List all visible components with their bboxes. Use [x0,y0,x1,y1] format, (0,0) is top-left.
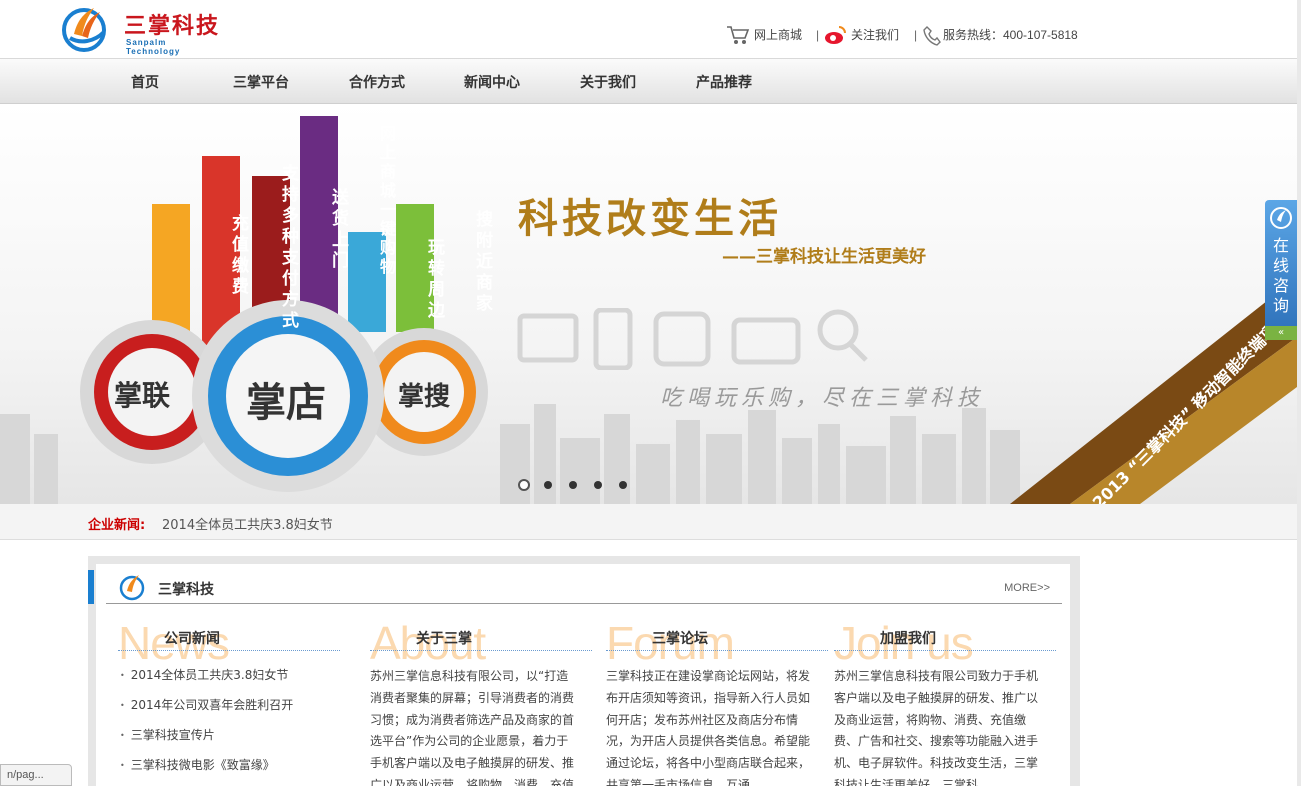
slide-dot[interactable] [518,479,530,491]
column-title: 关于三掌 [416,631,472,647]
weibo-icon [825,26,846,44]
panel-body: 三掌科技 MORE>> News 公司新闻 2014全体员工共庆3.8妇女节 2… [88,564,1070,786]
column-text: 苏州三掌信息科技有限公司致力于手机客户端以及电子触摸屏的研发、推广以及商业运营，… [834,669,1039,786]
banner-tagline: 吃喝玩乐购，尽在三掌科技 [660,386,985,411]
nav-cooperation[interactable]: 合作方式 [349,72,405,92]
divider [606,650,828,651]
slide-dot[interactable] [569,481,577,489]
news-ticker: 企业新闻: 2014全体员工共庆3.8妇女节 [0,504,1301,540]
slide-dot[interactable] [544,481,552,489]
nav-home[interactable]: 首页 [131,72,159,92]
divider [834,650,1056,651]
logo-mark-icon [62,8,106,52]
follow-link[interactable]: 关注我们 [851,22,899,48]
nav-about[interactable]: 关于我们 [580,72,636,92]
hero-banner[interactable]: 充值缴费 支持多种支付方式 送货上门 网上商城 一键购物 玩转周边 搜附近商家 … [0,104,1301,504]
list-item[interactable]: 三掌科技微电影《致富缘》 [120,754,293,784]
pillar-label: 充值缴费 [232,214,249,297]
pillar-labels: 充值缴费 支持多种支付方式 送货上门 网上商城 一键购物 玩转周边 搜附近商家 … [70,104,510,504]
logo-tagline: Sanpalm Technology [126,38,181,56]
cart-icon [727,26,750,44]
news-column: News 公司新闻 2014全体员工共庆3.8妇女节 2014年公司双喜年会胜利… [118,617,354,786]
pillar-label: 送货上门 [332,188,349,271]
brand-logo-icon [119,575,145,601]
column-title: 公司新闻 [164,631,220,647]
list-item[interactable]: 三掌科技宣传片 [120,724,293,754]
column-title: 三掌论坛 [652,631,708,647]
banner-subslogan: ——三掌科技让生活更美好 [722,247,926,267]
promo-ribbon [1010,274,1301,504]
slide-dot[interactable] [619,481,627,489]
pillar-label: 玩转周边 [428,238,445,321]
pillar-label: 网上商城 一键购物 [380,124,397,276]
ticker-link[interactable]: 2014全体员工共庆3.8妇女节 [162,514,333,533]
device-icons [517,308,868,370]
list-item[interactable]: 2014全体员工共庆3.8妇女节 [120,664,293,694]
pillar-label: 支持多种支付方式 [282,164,299,331]
divider [118,650,340,651]
main-nav: 首页 三掌平台 合作方式 新闻中心 关于我们 产品推荐 [0,58,1301,104]
scrollbar[interactable] [1297,0,1301,786]
hotline-text: 服务热线：400-107-5818 [943,28,1078,42]
header-accent [88,570,94,604]
consult-label: 在线咨询 [1273,236,1290,315]
consult-logo-icon [1270,207,1292,229]
pillar-label: 搜附近商家 [476,210,493,314]
mall-link[interactable]: 网上商城 [754,22,802,48]
column-title: 加盟我们 [880,631,936,647]
about-column: About 关于三掌 苏州三掌信息科技有限公司，以“打造消费者聚集的屏幕；引导消… [370,617,606,786]
slide-dot[interactable] [594,481,602,489]
panel-title: 三掌科技 [158,582,214,598]
forum-column: Forum 三掌论坛 三掌科技正在建设掌商论坛网站，将发布开店须知等资讯，指导新… [606,617,842,786]
more-link[interactable]: MORE>> [1004,582,1050,594]
column-text: 三掌科技正在建设掌商论坛网站，将发布开店须知等资讯，指导新入行人员如何开店；发布… [606,669,811,786]
circle-label: 掌店 [246,379,326,426]
browser-status-bar: n/pag... [0,764,72,786]
logo-name: 三掌科技 [124,13,221,39]
divider: | [816,28,820,42]
collapse-icon[interactable]: « [1265,326,1297,340]
top-header: 三掌科技 Sanpalm Technology 网上商城 | 关注我们 | 服务… [0,0,1301,58]
column-text: 苏州三掌信息科技有限公司，以“打造消费者聚集的屏幕；引导消费者的消费习惯；成为消… [370,669,575,786]
circle-label: 掌搜 [398,382,451,412]
nav-products[interactable]: 产品推荐 [696,72,752,92]
site-logo[interactable]: 三掌科技 Sanpalm Technology [60,4,221,56]
ticker-label: 企业新闻: [88,518,146,533]
nav-news[interactable]: 新闻中心 [464,72,520,92]
news-list: 2014全体员工共庆3.8妇女节 2014年公司双喜年会胜利召开 三掌科技宣传片… [120,664,294,784]
circle-label: 掌联 [114,379,171,412]
online-consult-button[interactable]: 在线咨询 « [1265,200,1297,340]
nav-platform[interactable]: 三掌平台 [233,72,289,92]
banner-slogan: 科技改变生活 [518,195,782,242]
panel-header: 三掌科技 MORE>> [88,570,1062,604]
phone-icon [923,26,941,46]
divider: | [914,28,918,42]
list-item[interactable]: 2014年公司双喜年会胜利召开 [120,694,294,724]
company-panel: 三掌科技 MORE>> News 公司新闻 2014全体员工共庆3.8妇女节 2… [88,556,1080,786]
join-column: Join us 加盟我们 苏州三掌信息科技有限公司致力于手机客户端以及电子触摸屏… [834,617,1070,786]
divider [370,650,592,651]
